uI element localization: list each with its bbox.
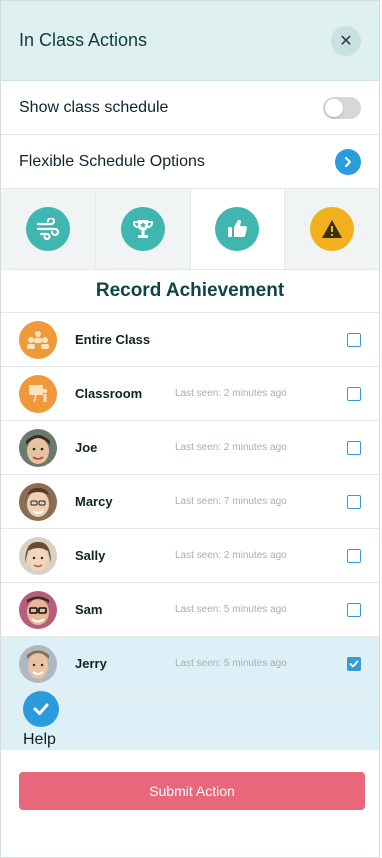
thumbs-up-icon	[215, 207, 260, 251]
avatar-sam	[19, 590, 57, 629]
submit-action-button[interactable]: Submit Action	[19, 772, 365, 810]
flexible-schedule-row[interactable]: Flexible Schedule Options	[1, 135, 379, 189]
show-schedule-label: Show class schedule	[19, 98, 169, 116]
student-name: Jerry	[75, 656, 107, 671]
footer: Submit Action	[1, 750, 379, 832]
list-item-classroom[interactable]: Classroom Last seen: 2 minutes ago	[1, 367, 379, 421]
checkbox[interactable]	[347, 602, 361, 617]
wind-icon	[25, 207, 70, 251]
group-icon	[19, 320, 57, 359]
checkbox[interactable]	[347, 548, 361, 563]
tab-thumbs-up[interactable]	[190, 189, 286, 269]
last-seen: Last seen: 5 minutes ago	[175, 604, 287, 615]
checkmark-icon	[349, 660, 359, 667]
toggle-knob	[325, 98, 343, 117]
last-seen: Last seen: 7 minutes ago	[175, 496, 287, 507]
list-item-sally[interactable]: Sally Last seen: 2 minutes ago	[1, 529, 379, 583]
warning-icon	[310, 207, 355, 251]
checkbox[interactable]	[347, 440, 361, 455]
last-seen: Last seen: 2 minutes ago	[175, 550, 287, 561]
avatar-marcy	[19, 482, 57, 521]
classroom-icon	[19, 374, 57, 413]
student-name: Entire Class	[75, 332, 151, 347]
tab-trophy[interactable]	[95, 189, 191, 269]
checkbox[interactable]	[347, 386, 361, 401]
close-button[interactable]: ✕	[331, 25, 361, 56]
list-item-marcy[interactable]: Marcy Last seen: 7 minutes ago	[1, 475, 379, 529]
tab-warning[interactable]	[285, 189, 379, 269]
help-area: Help	[1, 691, 379, 750]
action-tabs	[1, 189, 379, 270]
last-seen: Last seen: 2 minutes ago	[175, 442, 287, 453]
section-title: Record Achievement	[1, 270, 379, 313]
student-name: Classroom	[75, 386, 143, 401]
help-label[interactable]: Help	[23, 731, 56, 749]
student-name: Sam	[75, 602, 103, 617]
list-item-sam[interactable]: Sam Last seen: 5 minutes ago	[1, 583, 379, 637]
chevron-right-icon[interactable]	[335, 148, 361, 175]
show-schedule-row: Show class schedule	[1, 81, 379, 135]
checkbox[interactable]	[347, 332, 361, 347]
student-name: Marcy	[75, 494, 113, 509]
student-name: Sally	[75, 548, 106, 563]
checkbox[interactable]	[347, 656, 361, 671]
last-seen: Last seen: 5 minutes ago	[175, 658, 287, 669]
checkbox[interactable]	[347, 494, 361, 509]
avatar-sally	[19, 536, 57, 575]
close-icon: ✕	[339, 32, 353, 50]
flexible-schedule-label: Flexible Schedule Options	[19, 152, 205, 170]
trophy-icon	[120, 207, 165, 251]
in-class-actions-panel: In Class Actions ✕ Show class schedule F…	[0, 0, 380, 858]
last-seen: Last seen: 2 minutes ago	[175, 388, 287, 399]
header: In Class Actions ✕	[1, 1, 379, 81]
list-item-jerry[interactable]: Jerry Last seen: 5 minutes ago	[1, 637, 379, 691]
student-name: Joe	[75, 440, 98, 455]
panel-title: In Class Actions	[19, 30, 148, 50]
avatar-joe	[19, 428, 57, 467]
show-schedule-toggle[interactable]	[323, 96, 361, 119]
help-check-icon[interactable]	[23, 691, 59, 727]
tab-wind[interactable]	[1, 189, 96, 269]
avatar-jerry	[19, 644, 57, 683]
student-list: Entire Class Classroom Last seen: 2 minu…	[1, 313, 379, 691]
list-item-entire-class[interactable]: Entire Class	[1, 313, 379, 367]
list-item-joe[interactable]: Joe Last seen: 2 minutes ago	[1, 421, 379, 475]
